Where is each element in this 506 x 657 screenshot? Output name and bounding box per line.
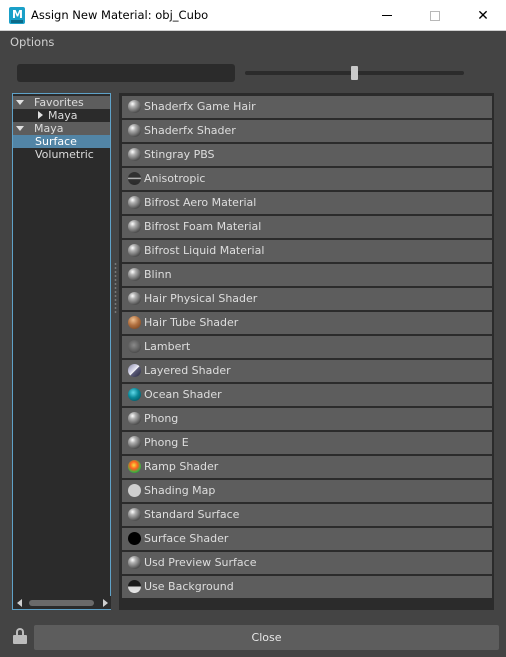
- tree-item-favorites[interactable]: Favorites: [13, 96, 110, 109]
- hair-tube-sphere-icon: [128, 316, 141, 329]
- lambert-sphere-icon: [128, 340, 141, 353]
- list-item[interactable]: Stingray PBS: [122, 144, 492, 166]
- material-label: Layered Shader: [144, 364, 231, 377]
- list-item[interactable]: Layered Shader: [122, 360, 492, 382]
- material-label: Blinn: [144, 268, 172, 281]
- list-item[interactable]: Phong E: [122, 432, 492, 454]
- list-item[interactable]: Usd Preview Surface: [122, 552, 492, 574]
- material-label: Phong: [144, 412, 179, 425]
- material-label: Lambert: [144, 340, 191, 353]
- minimize-icon: [382, 15, 392, 16]
- shading-map-sphere-icon: [128, 484, 141, 497]
- lock-icon[interactable]: [13, 628, 27, 644]
- tree-item-surface[interactable]: Surface: [13, 135, 110, 148]
- title-bar[interactable]: M Assign New Material: obj_Cubo ✕: [0, 0, 506, 31]
- material-label: Hair Tube Shader: [144, 316, 239, 329]
- list-item[interactable]: Shaderfx Game Hair: [122, 96, 492, 118]
- material-label: Shaderfx Game Hair: [144, 100, 256, 113]
- material-label: Shaderfx Shader: [144, 124, 236, 137]
- gray-sphere-icon: [128, 124, 141, 137]
- list-item[interactable]: Hair Tube Shader: [122, 312, 492, 334]
- scroll-left-icon[interactable]: [17, 599, 22, 607]
- maximize-button: [412, 0, 458, 31]
- list-item[interactable]: Blinn: [122, 264, 492, 286]
- scroll-right-icon[interactable]: [103, 599, 108, 607]
- gray-sphere-icon: [128, 508, 141, 521]
- list-item[interactable]: Use Background: [122, 576, 492, 598]
- list-item[interactable]: Bifrost Aero Material: [122, 192, 492, 214]
- layered-sphere-icon: [128, 364, 141, 377]
- window-title: Assign New Material: obj_Cubo: [31, 8, 209, 22]
- list-item[interactable]: Anisotropic: [122, 168, 492, 190]
- list-item[interactable]: Shaderfx Shader: [122, 120, 492, 142]
- material-label: Ramp Shader: [144, 460, 219, 473]
- gray-sphere-icon: [128, 148, 141, 161]
- gray-sphere-icon: [128, 196, 141, 209]
- tree-item-label: Surface: [35, 135, 77, 148]
- gray-sphere-icon: [128, 436, 141, 449]
- list-item[interactable]: Lambert: [122, 336, 492, 358]
- gray-sphere-icon: [128, 244, 141, 257]
- gray-sphere-icon: [128, 556, 141, 569]
- material-label: Usd Preview Surface: [144, 556, 257, 569]
- menu-options[interactable]: Options: [10, 35, 54, 49]
- maximize-icon: [430, 10, 440, 21]
- tree-item-label: Maya: [48, 109, 78, 122]
- list-item[interactable]: Shading Map: [122, 480, 492, 502]
- gray-sphere-icon: [128, 100, 141, 113]
- list-item[interactable]: Phong: [122, 408, 492, 430]
- tree-item-favorites-maya[interactable]: Maya: [13, 109, 110, 122]
- material-list[interactable]: Shaderfx Game Hair Shaderfx Shader Sting…: [119, 93, 494, 610]
- gray-sphere-icon: [128, 220, 141, 233]
- search-input[interactable]: [17, 64, 235, 82]
- minimize-button[interactable]: [364, 0, 410, 31]
- list-item[interactable]: Surface Shader: [122, 528, 492, 550]
- expand-arrow-icon[interactable]: [16, 126, 24, 131]
- expand-arrow-icon[interactable]: [16, 100, 24, 105]
- list-item[interactable]: Bifrost Liquid Material: [122, 240, 492, 262]
- gray-sphere-icon: [128, 268, 141, 281]
- category-tree[interactable]: Favorites Maya Maya Surface Volumetric: [12, 93, 111, 610]
- material-label: Anisotropic: [144, 172, 206, 185]
- material-label: Standard Surface: [144, 508, 240, 521]
- ramp-sphere-icon: [128, 460, 141, 473]
- material-label: Hair Physical Shader: [144, 292, 258, 305]
- material-label: Use Background: [144, 580, 234, 593]
- tree-item-volumetric[interactable]: Volumetric: [13, 148, 110, 161]
- list-item[interactable]: Ramp Shader: [122, 456, 492, 478]
- close-icon: ✕: [477, 7, 489, 24]
- collapse-arrow-icon[interactable]: [38, 111, 43, 119]
- tree-item-label: Favorites: [34, 96, 84, 109]
- maya-app-icon: M: [9, 7, 25, 24]
- material-label: Surface Shader: [144, 532, 229, 545]
- gray-sphere-icon: [128, 292, 141, 305]
- tree-item-label: Volumetric: [35, 148, 94, 161]
- close-window-button[interactable]: ✕: [460, 0, 506, 31]
- anisotropic-sphere-icon: [128, 172, 141, 185]
- tree-item-label: Maya: [34, 122, 64, 135]
- panel-splitter[interactable]: [114, 262, 117, 314]
- background-sphere-icon: [128, 580, 141, 593]
- slider-handle[interactable]: [351, 66, 358, 80]
- list-item[interactable]: Standard Surface: [122, 504, 492, 526]
- list-item[interactable]: Hair Physical Shader: [122, 288, 492, 310]
- material-label: Bifrost Foam Material: [144, 220, 262, 233]
- menu-bar: Options: [0, 32, 506, 52]
- material-label: Ocean Shader: [144, 388, 222, 401]
- list-item[interactable]: Ocean Shader: [122, 384, 492, 406]
- scrollbar-thumb[interactable]: [29, 600, 94, 606]
- ocean-sphere-icon: [128, 388, 141, 401]
- material-label: Bifrost Liquid Material: [144, 244, 265, 257]
- list-item[interactable]: Bifrost Foam Material: [122, 216, 492, 238]
- material-label: Bifrost Aero Material: [144, 196, 257, 209]
- gray-sphere-icon: [128, 412, 141, 425]
- black-sphere-icon: [128, 532, 141, 545]
- material-label: Shading Map: [144, 484, 216, 497]
- tree-item-maya[interactable]: Maya: [13, 122, 110, 135]
- close-button[interactable]: Close: [34, 625, 499, 650]
- material-label: Stingray PBS: [144, 148, 215, 161]
- tree-horizontal-scrollbar[interactable]: [14, 596, 111, 609]
- material-label: Phong E: [144, 436, 189, 449]
